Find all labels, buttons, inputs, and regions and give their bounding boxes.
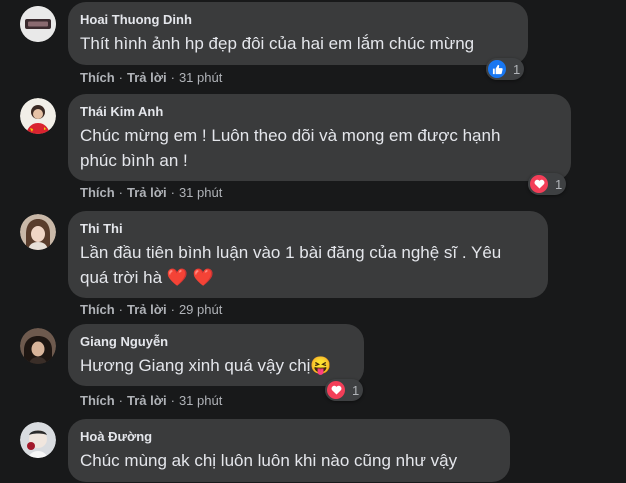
like-link[interactable]: Thích	[80, 185, 115, 200]
commenter-name[interactable]: Thái Kim Anh	[80, 103, 559, 120]
comment-actions: Thích · Trả lời · 29 phút	[80, 302, 223, 317]
like-link[interactable]: Thích	[80, 393, 115, 408]
avatar[interactable]	[20, 6, 56, 42]
comment-text: Hương Giang xinh quá vậy chị😝	[80, 356, 332, 375]
timestamp[interactable]: 29 phút	[179, 302, 222, 317]
commenter-name[interactable]: Thi Thi	[80, 220, 536, 237]
reaction-summary[interactable]: 1	[325, 379, 364, 401]
timestamp[interactable]: 31 phút	[179, 185, 222, 200]
reaction-count: 1	[555, 176, 563, 192]
timestamp[interactable]: 31 phút	[179, 70, 222, 85]
commenter-name[interactable]: Hoà Đường	[80, 428, 498, 445]
commenter-name[interactable]: Giang Nguyễn	[80, 333, 352, 350]
avatar[interactable]	[20, 422, 56, 458]
comment-bubble: Hoà Đường Chúc mùng ak chị luôn luôn khi…	[68, 419, 510, 482]
avatar[interactable]	[20, 214, 56, 250]
comment-actions: Thích · Trả lời · 31 phút	[80, 393, 223, 408]
comment-bubble: Hoai Thuong Dinh Thít hình ảnh hp đẹp đô…	[68, 2, 528, 65]
timestamp[interactable]: 31 phút	[179, 393, 222, 408]
comment-text: Chúc mùng ak chị luôn luôn khi nào cũng …	[80, 451, 458, 470]
reaction-summary[interactable]: 1	[528, 173, 567, 195]
comment-text: Thít hình ảnh hp đẹp đôi của hai em lắm …	[80, 34, 475, 53]
reply-link[interactable]: Trả lời	[127, 302, 167, 317]
heart-icon	[528, 173, 550, 195]
reaction-count: 1	[513, 61, 521, 77]
like-link[interactable]: Thích	[80, 70, 115, 85]
comment-bubble: Thi Thi Lần đầu tiên bình luận vào 1 bài…	[68, 211, 548, 298]
reaction-summary[interactable]: 1	[486, 58, 525, 80]
comment-bubble: Giang Nguyễn Hương Giang xinh quá vậy ch…	[68, 324, 364, 386]
like-link[interactable]: Thích	[80, 302, 115, 317]
avatar[interactable]	[20, 328, 56, 364]
comment-actions: Thích · Trả lời · 31 phút	[80, 70, 223, 85]
comment-text: Lần đầu tiên bình luận vào 1 bài đăng củ…	[80, 243, 502, 287]
like-icon	[486, 58, 508, 80]
reply-link[interactable]: Trả lời	[127, 70, 167, 85]
comment-bubble: Thái Kim Anh Chúc mừng em ! Luôn theo dõ…	[68, 94, 571, 181]
commenter-name[interactable]: Hoai Thuong Dinh	[80, 11, 516, 28]
comment-actions: Thích · Trả lời · 31 phút	[80, 185, 223, 200]
avatar[interactable]	[20, 98, 56, 134]
reply-link[interactable]: Trả lời	[127, 393, 167, 408]
reply-link[interactable]: Trả lời	[127, 185, 167, 200]
heart-icon	[325, 379, 347, 401]
reaction-count: 1	[352, 382, 360, 398]
comment-text: Chúc mừng em ! Luôn theo dõi và mong em …	[80, 126, 501, 170]
